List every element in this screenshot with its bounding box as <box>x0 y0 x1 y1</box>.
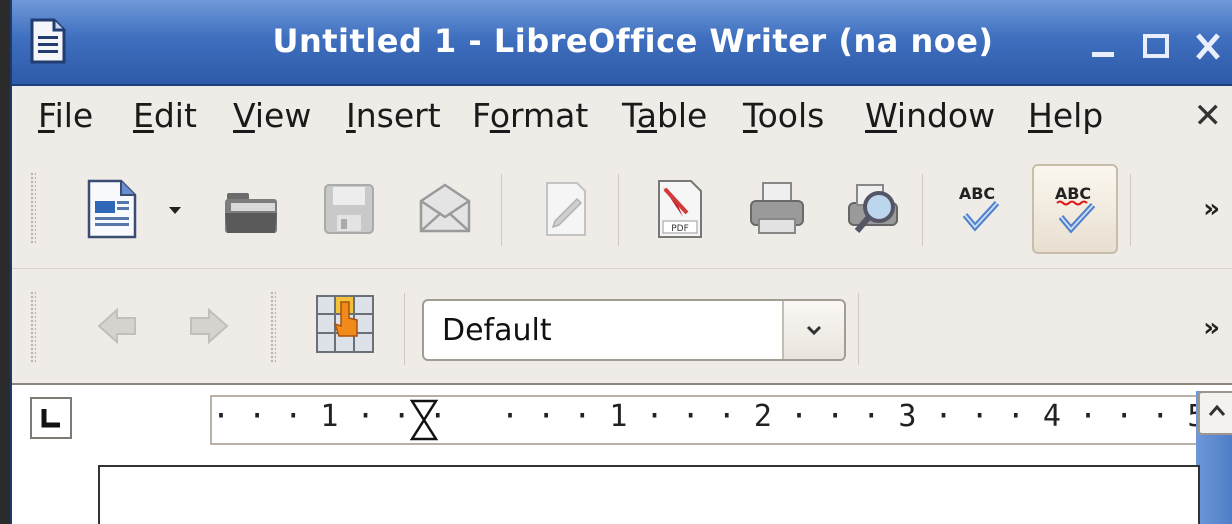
menu-insert[interactable]: Insert <box>346 96 441 136</box>
menu-format-label: rmat <box>510 96 589 135</box>
menu-edit-mnemonic: E <box>133 96 154 135</box>
toolbar-overflow-icon[interactable]: » <box>1203 313 1220 343</box>
title-bar[interactable]: Untitled 1 - LibreOffice Writer (na noe) <box>12 0 1232 86</box>
menu-edit-label: dit <box>153 96 197 135</box>
email-icon[interactable] <box>406 170 484 248</box>
toolbar-separator <box>618 174 619 246</box>
menu-help-label: elp <box>1052 96 1104 135</box>
toolbar-separator <box>404 293 405 365</box>
paragraph-style-value: Default <box>442 313 552 348</box>
menu-table-mnemonic: a <box>636 96 657 135</box>
menu-format-mnemonic: o <box>489 96 511 135</box>
dropdown-arrow-icon[interactable] <box>160 170 190 248</box>
menu-table-prefix: T <box>622 96 637 135</box>
edit-document-icon[interactable] <box>526 170 604 248</box>
export-pdf-icon[interactable]: PDF <box>640 170 718 248</box>
menu-window-label: indow <box>896 96 996 135</box>
menu-tools-label: ools <box>757 96 825 135</box>
spellcheck-icon[interactable]: ABC <box>940 170 1018 248</box>
menu-help-mnemonic: H <box>1028 96 1053 135</box>
toolbar-separator <box>501 174 502 246</box>
menu-help[interactable]: Help <box>1028 96 1103 136</box>
horizontal-ruler[interactable]: · · · 1 · · · · · · 1 · · · 2 · · · 3 · … <box>210 395 1232 445</box>
document-area: · · · 1 · · · · · · 1 · · · 2 · · · 3 · … <box>12 383 1232 524</box>
svg-text:ABC: ABC <box>1055 184 1091 203</box>
menu-insert-mnemonic: I <box>346 96 356 135</box>
close-document-icon[interactable]: ✕ <box>1194 96 1223 136</box>
print-preview-icon[interactable] <box>834 170 912 248</box>
menu-window[interactable]: Window <box>865 96 995 136</box>
autospellcheck-icon[interactable]: ABC <box>1032 164 1118 254</box>
close-icon[interactable] <box>1188 30 1228 64</box>
menu-file-label: ile <box>54 96 94 135</box>
svg-text:PDF: PDF <box>671 224 689 234</box>
print-icon[interactable] <box>738 170 816 248</box>
toolbar-separator <box>922 174 923 246</box>
open-folder-icon[interactable] <box>212 170 290 248</box>
menu-window-mnemonic: W <box>865 96 897 135</box>
indent-marker-icon[interactable] <box>409 399 439 441</box>
toolbar-separator <box>858 293 859 365</box>
menu-format[interactable]: Format <box>472 96 588 136</box>
menu-tools[interactable]: Tools <box>743 96 824 136</box>
libreoffice-window: Untitled 1 - LibreOffice Writer (na noe)… <box>10 0 1232 524</box>
standard-toolbar: PDF ABC ABC » <box>12 150 1232 269</box>
toolbar-separator <box>1130 174 1131 246</box>
forward-arrow-icon[interactable] <box>170 287 248 365</box>
table-select-icon[interactable] <box>306 285 384 363</box>
toolbar-grip[interactable] <box>270 291 276 363</box>
tab-stop-selector[interactable] <box>30 397 72 439</box>
paragraph-style-combo[interactable]: Default <box>422 299 846 361</box>
toolbar-grip[interactable] <box>30 172 36 244</box>
formatting-toolbar: Default » <box>12 269 1232 383</box>
menu-table-label: ble <box>656 96 708 135</box>
menu-bar: File Edit View Insert Format Table Tools… <box>12 86 1232 151</box>
toolbar-grip[interactable] <box>30 291 36 363</box>
svg-text:ABC: ABC <box>959 184 995 203</box>
toolbar-overflow-icon[interactable]: » <box>1203 194 1220 224</box>
menu-view[interactable]: View <box>233 96 311 136</box>
menu-edit[interactable]: Edit <box>133 96 197 136</box>
menu-file[interactable]: File <box>38 96 93 136</box>
menu-format-prefix: F <box>472 96 490 135</box>
save-icon[interactable] <box>310 170 388 248</box>
ruler-scale: · · · 1 · · · · · · 1 · · · 2 · · · 3 · … <box>212 399 1232 434</box>
new-document-icon[interactable] <box>74 170 152 248</box>
menu-file-mnemonic: F <box>38 96 55 135</box>
menu-insert-label: nsert <box>355 96 441 135</box>
window-title: Untitled 1 - LibreOffice Writer (na noe) <box>272 22 994 60</box>
maximize-icon[interactable] <box>1136 30 1176 64</box>
minimize-icon[interactable] <box>1084 30 1124 64</box>
menu-tools-mnemonic: T <box>743 96 758 135</box>
menu-view-label: iew <box>254 96 312 135</box>
menu-view-mnemonic: V <box>233 96 255 135</box>
document-page[interactable] <box>98 465 1200 524</box>
scroll-up-icon[interactable] <box>1198 391 1232 435</box>
chevron-down-icon[interactable] <box>782 301 844 359</box>
back-arrow-icon[interactable] <box>78 287 156 365</box>
menu-table[interactable]: Table <box>622 96 707 136</box>
